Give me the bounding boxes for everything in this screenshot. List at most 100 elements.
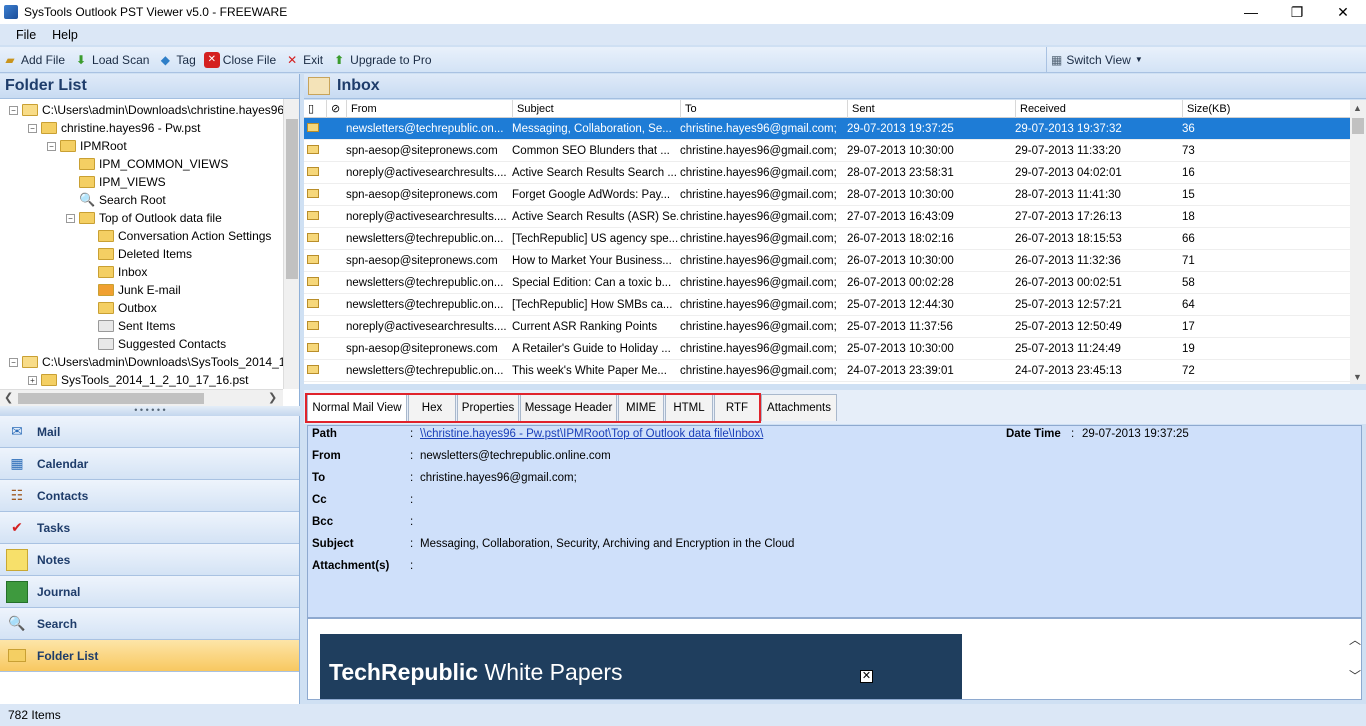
close-window-button[interactable]: ✕ <box>1320 0 1366 24</box>
tab-properties[interactable]: Properties <box>457 394 519 421</box>
nav-notes[interactable]: Notes <box>0 544 299 576</box>
table-row[interactable]: newsletters@techrepublic.on... [TechRepub… <box>304 294 1350 316</box>
tree-node[interactable]: 🔍 Search Root <box>79 191 166 209</box>
column-sent[interactable]: Sent <box>847 100 1015 118</box>
tab-rtf[interactable]: RTF <box>714 394 760 421</box>
collapse-toggle[interactable]: − <box>47 141 56 151</box>
table-row[interactable]: spn-aesop@sitepronews.com How to Market Y… <box>304 250 1350 272</box>
row-sent: 25-07-2013 11:37:56 <box>847 321 953 333</box>
row-from: newsletters@techrepublic.on... <box>346 233 504 245</box>
collapse-toggle[interactable]: − <box>66 213 75 223</box>
column-to[interactable]: To <box>680 100 847 118</box>
table-row[interactable]: noreply@activesearchresults.... Active Se… <box>304 162 1350 184</box>
folder-list-panel: Folder List − C:\Users\admin\Downloads\ch… <box>0 74 300 704</box>
close-file-icon: ✕ <box>203 51 220 68</box>
switch-view-button[interactable]: ▦ Switch View ▼ <box>1046 47 1143 72</box>
expand-toggle[interactable]: + <box>28 375 37 385</box>
tab-hex[interactable]: Hex <box>408 394 456 421</box>
tree-node[interactable]: − Top of Outlook data file <box>66 209 222 227</box>
column-size[interactable]: Size(KB) <box>1182 100 1350 118</box>
nav-journal[interactable]: Journal <box>0 576 299 608</box>
tab-mime[interactable]: MIME <box>618 394 664 421</box>
tab-normal-mail-view[interactable]: Normal Mail View <box>307 394 407 421</box>
row-to: christine.hayes96@gmail.com; <box>680 321 837 333</box>
folder-tree-hscroll[interactable]: ❮ ❯ <box>0 389 283 406</box>
path-link[interactable]: \\christine.hayes96 - Pw.pst\IPMRoot\Top… <box>420 428 763 440</box>
folder-tree-vscroll[interactable] <box>283 99 299 389</box>
scroll-down-icon[interactable]: ﹀ <box>1349 667 1361 684</box>
upgrade-button[interactable]: ⬆ Upgrade to Pro <box>331 52 431 68</box>
nav-calendar[interactable]: ▦ Calendar <box>0 448 299 480</box>
nav-mail[interactable]: ✉ Mail <box>0 416 299 448</box>
table-row[interactable]: newsletters@techrepublic.on... Special Ed… <box>304 272 1350 294</box>
column-from[interactable]: From <box>346 100 512 118</box>
scroll-thumb[interactable] <box>18 393 204 404</box>
tree-node[interactable]: Outbox <box>98 299 157 317</box>
scroll-left-icon[interactable]: ❮ <box>4 391 13 404</box>
tab-html[interactable]: HTML <box>665 394 713 421</box>
scroll-up-icon[interactable]: ︿ <box>1349 631 1361 648</box>
table-row[interactable]: newsletters@techrepublic.on... This week'… <box>304 360 1350 382</box>
table-row[interactable]: spn-aesop@sitepronews.com A Retailer's Gu… <box>304 338 1350 360</box>
tree-node[interactable]: Junk E-mail <box>98 281 181 299</box>
row-size: 17 <box>1182 321 1195 333</box>
message-grid-vscroll[interactable]: ▲ ▼ <box>1350 100 1366 384</box>
nav-tasks[interactable]: ✔ Tasks <box>0 512 299 544</box>
tree-node[interactable]: IPM_COMMON_VIEWS <box>79 155 228 173</box>
tab-attachments[interactable]: Attachments <box>761 394 837 421</box>
tree-node[interactable]: IPM_VIEWS <box>79 173 166 191</box>
collapse-toggle[interactable]: − <box>9 357 18 367</box>
scroll-thumb[interactable] <box>286 119 298 279</box>
tree-node[interactable]: Sent Items <box>98 317 175 335</box>
scroll-down-icon[interactable]: ▼ <box>1353 372 1362 382</box>
row-from: spn-aesop@sitepronews.com <box>346 189 498 201</box>
tree-node[interactable]: + SysTools_2014_1_2_10_17_16.pst <box>28 371 249 389</box>
to-value: christine.hayes96@gmail.com; <box>420 472 577 484</box>
add-file-button[interactable]: ▰ Add File <box>2 52 65 68</box>
row-received: 28-07-2013 11:41:30 <box>1015 189 1121 201</box>
minimize-button[interactable]: — <box>1228 0 1274 24</box>
tree-node[interactable]: Conversation Action Settings <box>98 227 271 245</box>
table-row[interactable]: spn-aesop@sitepronews.com Common SEO Blun… <box>304 140 1350 162</box>
table-row[interactable]: newsletters@techrepublic.on... [TechRepub… <box>304 228 1350 250</box>
tree-node[interactable]: − C:\Users\admin\Downloads\SysTools_2014_… <box>9 353 283 371</box>
column-received[interactable]: Received <box>1015 100 1182 118</box>
scroll-thumb[interactable] <box>1352 118 1364 134</box>
collapse-toggle[interactable]: − <box>9 105 18 115</box>
tab-message-header[interactable]: Message Header <box>520 394 617 421</box>
nav-label: Notes <box>37 552 71 567</box>
scroll-right-icon[interactable]: ❯ <box>268 391 277 404</box>
tree-node-label: Top of Outlook data file <box>99 211 222 225</box>
tree-node[interactable]: − IPMRoot <box>47 137 127 155</box>
panel-splitter[interactable]: • • • • • • <box>0 406 300 416</box>
tree-node-label: Junk E-mail <box>118 283 181 297</box>
tree-node[interactable]: Deleted Items <box>98 245 192 263</box>
tree-node[interactable]: − christine.hayes96 - Pw.pst <box>28 119 200 137</box>
tree-node[interactable]: − C:\Users\admin\Downloads\christine.haye… <box>9 101 283 119</box>
collapse-toggle[interactable]: − <box>28 123 37 133</box>
tag-button[interactable]: ◆ Tag <box>157 52 196 68</box>
table-row[interactable]: noreply@activesearchresults.... Active Se… <box>304 206 1350 228</box>
close-icon[interactable]: ✕ <box>860 670 873 683</box>
nav-contacts[interactable]: ☷ Contacts <box>0 480 299 512</box>
search-icon: 🔍 <box>8 615 26 631</box>
nav-folder-list[interactable]: Folder List <box>0 640 299 672</box>
nav-search[interactable]: 🔍 Search <box>0 608 299 640</box>
title-bar: SysTools Outlook PST Viewer v5.0 - FREEW… <box>0 0 1366 24</box>
tree-node[interactable]: Inbox <box>98 263 147 281</box>
scroll-up-icon[interactable]: ▲ <box>1353 103 1362 113</box>
table-row[interactable]: newsletters@techrepublic.on... Messaging,… <box>304 118 1350 140</box>
preview-vscroll[interactable]: ︿ ﹀ <box>1346 619 1361 699</box>
load-scan-button[interactable]: ⬇ Load Scan <box>73 52 149 68</box>
junk-mail-icon <box>98 284 114 296</box>
menu-help[interactable]: Help <box>44 26 86 44</box>
row-subject: Active Search Results (ASR) Se... <box>512 211 678 223</box>
close-file-button[interactable]: ✕ Close File <box>203 51 276 68</box>
exit-button[interactable]: ✕ Exit <box>284 52 323 68</box>
table-row[interactable]: spn-aesop@sitepronews.com Forget Google A… <box>304 184 1350 206</box>
tree-node[interactable]: Suggested Contacts <box>98 335 226 353</box>
column-subject[interactable]: Subject <box>512 100 680 118</box>
maximize-button[interactable]: ❐ <box>1274 0 1320 24</box>
menu-file[interactable]: File <box>8 26 44 44</box>
table-row[interactable]: noreply@activesearchresults.... Current A… <box>304 316 1350 338</box>
